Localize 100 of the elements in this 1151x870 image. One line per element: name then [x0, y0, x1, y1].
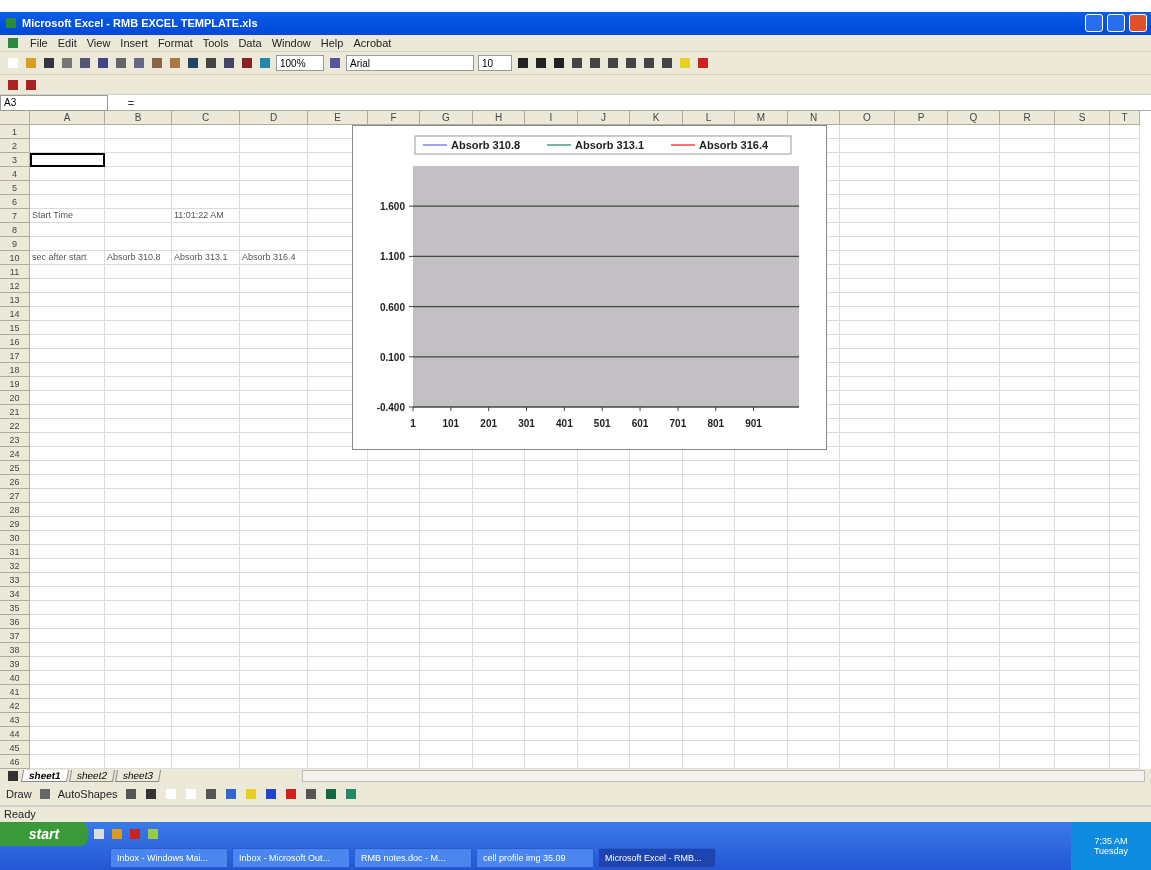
- column-header[interactable]: L: [683, 111, 735, 126]
- axis-label: 401: [556, 418, 573, 430]
- row-header[interactable]: 1: [0, 125, 30, 140]
- menu-item[interactable]: View: [86, 36, 111, 49]
- column-header[interactable]: D: [240, 111, 308, 126]
- sheet-tab[interactable]: sheet1: [20, 770, 69, 783]
- row-header[interactable]: 37: [0, 629, 30, 644]
- column-header[interactable]: P: [895, 111, 948, 126]
- row-header[interactable]: 32: [0, 559, 30, 574]
- axis-label: 201: [480, 418, 498, 430]
- row-header[interactable]: 46: [0, 755, 30, 770]
- column-header[interactable]: C: [172, 111, 240, 126]
- taskbar-button[interactable]: Inbox - Microsoft Out...: [232, 848, 350, 868]
- axis-label: 1: [410, 418, 416, 430]
- row-header[interactable]: 2: [0, 139, 30, 154]
- taskbar-button[interactable]: cell profile img 35.09: [476, 848, 594, 868]
- window-title: Microsoft Excel - RMB EXCEL TEMPLATE.xls: [22, 17, 259, 30]
- row-header[interactable]: 5: [0, 181, 30, 196]
- row-header[interactable]: 12: [0, 279, 30, 294]
- chart-area[interactable]: Absorb 310.8 Absorb 313.1 Absorb 316.4 -0.400 0.100 0.600 1.100 1.600 1 101 201 301 401 501 601 701 801 901: [352, 125, 827, 451]
- row-header[interactable]: 29: [0, 517, 30, 532]
- row-header[interactable]: 6: [0, 195, 30, 210]
- row-header[interactable]: 7: [0, 209, 30, 224]
- row-header[interactable]: 24: [0, 447, 30, 462]
- status-text: Ready: [4, 808, 36, 821]
- column-header[interactable]: H: [473, 111, 525, 126]
- column-header[interactable]: E: [308, 111, 368, 126]
- formula-equals[interactable]: =: [116, 96, 146, 109]
- zoom-field[interactable]: 100%: [276, 55, 324, 72]
- sheet-tab[interactable]: sheet2: [68, 770, 115, 783]
- column-header[interactable]: R: [1000, 111, 1055, 126]
- table-cell: Start Time: [30, 209, 105, 224]
- row-header[interactable]: 36: [0, 615, 30, 630]
- row-header[interactable]: 25: [0, 461, 30, 476]
- menu-item[interactable]: Format: [157, 36, 193, 49]
- row-header[interactable]: 4: [0, 167, 30, 182]
- row-header[interactable]: 10: [0, 251, 30, 266]
- row-header[interactable]: 21: [0, 405, 30, 420]
- row-header[interactable]: 31: [0, 545, 30, 560]
- row-header[interactable]: 26: [0, 475, 30, 490]
- draw-menu[interactable]: Draw: [6, 788, 32, 800]
- font-field[interactable]: Arial: [346, 55, 474, 72]
- menu-item[interactable]: Insert: [120, 36, 148, 49]
- row-header[interactable]: 41: [0, 685, 30, 700]
- row-header[interactable]: 23: [0, 433, 30, 448]
- menu-item[interactable]: File: [30, 36, 48, 49]
- column-header[interactable]: G: [420, 111, 473, 126]
- taskbar-button[interactable]: Inbox - Windows Mai...: [110, 848, 228, 868]
- row-header[interactable]: 13: [0, 293, 30, 308]
- row-header[interactable]: 14: [0, 307, 30, 322]
- menu-item[interactable]: Data: [238, 36, 262, 49]
- row-header[interactable]: 9: [0, 237, 30, 252]
- row-header[interactable]: 38: [0, 643, 30, 658]
- menu-item[interactable]: Acrobat: [353, 36, 392, 49]
- row-header[interactable]: 15: [0, 321, 30, 336]
- row-header[interactable]: 33: [0, 573, 30, 588]
- column-header[interactable]: A: [30, 111, 105, 126]
- row-header[interactable]: 18: [0, 363, 30, 378]
- menu-item[interactable]: Edit: [57, 36, 77, 49]
- column-header[interactable]: O: [840, 111, 895, 126]
- column-header[interactable]: B: [105, 111, 172, 126]
- row-header[interactable]: 44: [0, 727, 30, 742]
- column-header[interactable]: S: [1055, 111, 1110, 126]
- clock-text: Tuesday: [1093, 846, 1129, 856]
- row-header[interactable]: 34: [0, 587, 30, 602]
- menu-item[interactable]: Tools: [202, 36, 229, 49]
- row-header[interactable]: 43: [0, 713, 30, 728]
- autoshapes-menu[interactable]: AutoShapes: [57, 788, 118, 800]
- taskbar-button[interactable]: Microsoft Excel - RMB...: [598, 848, 716, 868]
- column-header[interactable]: M: [735, 111, 788, 126]
- menu-item[interactable]: Window: [271, 36, 311, 49]
- row-header[interactable]: 27: [0, 489, 30, 504]
- taskbar-button[interactable]: RMB notes.doc - M...: [354, 848, 472, 868]
- row-header[interactable]: 3: [0, 153, 30, 168]
- row-header[interactable]: 16: [0, 335, 30, 350]
- start-button[interactable]: start: [0, 822, 88, 846]
- column-header[interactable]: N: [788, 111, 840, 126]
- menu-item[interactable]: Help: [320, 36, 344, 49]
- row-header[interactable]: 8: [0, 223, 30, 238]
- row-header[interactable]: 42: [0, 699, 30, 714]
- column-header[interactable]: T: [1110, 111, 1140, 126]
- row-header[interactable]: 35: [0, 601, 30, 616]
- column-header[interactable]: I: [525, 111, 578, 126]
- column-header[interactable]: J: [578, 111, 630, 126]
- sheet-tab[interactable]: sheet3: [114, 770, 161, 783]
- table-cell: Absorb 316.4: [240, 251, 308, 266]
- row-header[interactable]: 20: [0, 391, 30, 406]
- row-header[interactable]: 40: [0, 671, 30, 686]
- row-header[interactable]: 28: [0, 503, 30, 518]
- row-header[interactable]: 30: [0, 531, 30, 546]
- row-header[interactable]: 11: [0, 265, 30, 280]
- column-header[interactable]: F: [368, 111, 420, 126]
- column-header[interactable]: Q: [948, 111, 1000, 126]
- column-header[interactable]: K: [630, 111, 683, 126]
- row-header[interactable]: 22: [0, 419, 30, 434]
- row-header[interactable]: 19: [0, 377, 30, 392]
- row-header[interactable]: 45: [0, 741, 30, 756]
- row-header[interactable]: 17: [0, 349, 30, 364]
- row-header[interactable]: 39: [0, 657, 30, 672]
- font-size-field[interactable]: 10: [478, 55, 512, 72]
